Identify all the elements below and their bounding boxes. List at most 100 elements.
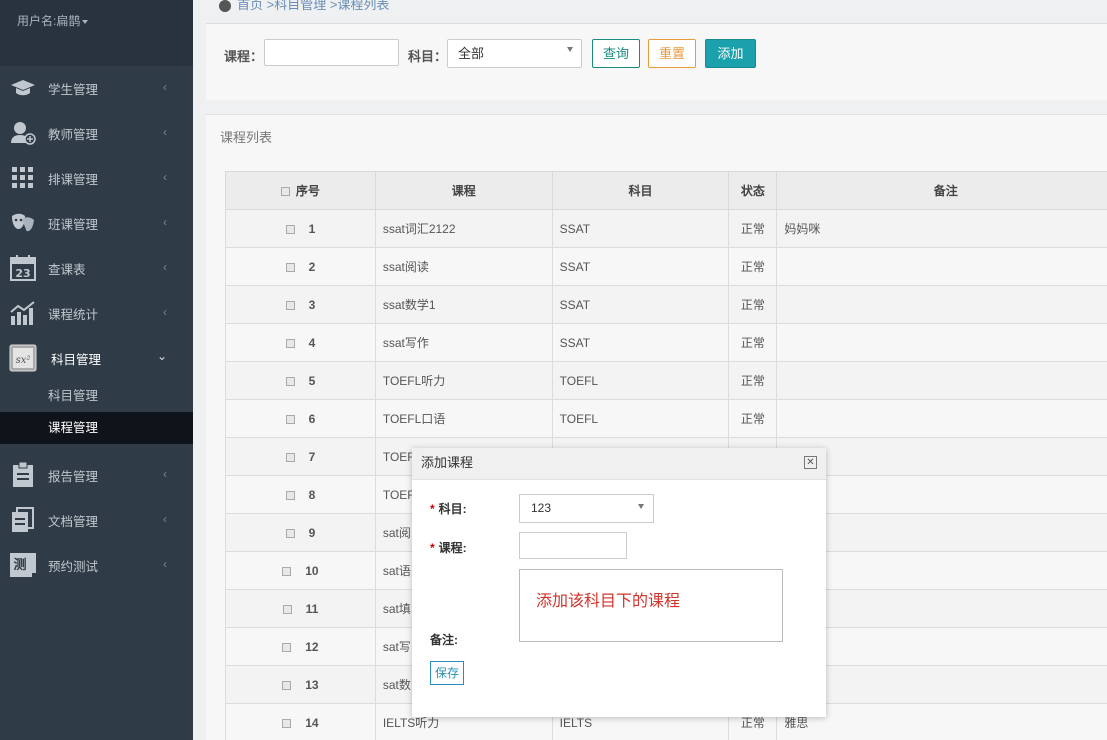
- sidebar-item-documents[interactable]: 文档管理 ‹: [0, 498, 193, 542]
- row-checkbox[interactable]: [282, 604, 292, 614]
- row-note: [776, 437, 1107, 476]
- sidebar-subitem-subject-mgmt[interactable]: 科目管理: [0, 380, 193, 412]
- calendar-icon: 23: [9, 254, 37, 282]
- header-status: 状态: [728, 171, 778, 210]
- sidebar-item-label: 科目管理: [51, 352, 102, 367]
- chevron-left-icon: ‹: [163, 125, 167, 139]
- row-subject: SSAT: [551, 209, 730, 248]
- row-seq: 9: [225, 513, 376, 552]
- row-subject: SSAT: [551, 323, 730, 362]
- sidebar-item-label: 文档管理: [48, 514, 99, 529]
- row-seq: 11: [225, 589, 376, 628]
- row-checkbox[interactable]: [285, 224, 295, 234]
- row-checkbox[interactable]: [285, 300, 295, 310]
- sidebar-item-class-courses[interactable]: 班课管理 ‹: [0, 201, 193, 245]
- save-button[interactable]: 保存: [430, 661, 464, 685]
- sidebar-item-test-booking[interactable]: 测 预约测试 ‹: [0, 543, 193, 587]
- user-menu[interactable]: 用户名:扁鹊: [0, 0, 193, 66]
- row-seq: 1: [225, 209, 376, 248]
- header-subject: 科目: [551, 171, 730, 210]
- sidebar-item-subjects[interactable]: sx² 科目管理 ⌄: [0, 336, 193, 380]
- search-bar: 课程： 科目： 全部 查询 重置 添加: [206, 24, 1107, 100]
- add-button[interactable]: 添加: [705, 39, 756, 68]
- row-course: ssat数学1: [374, 285, 553, 324]
- row-seq: 3: [225, 285, 376, 324]
- close-icon[interactable]: ✕: [804, 456, 817, 469]
- sidebar-item-teachers[interactable]: 教师管理 ‹: [0, 111, 193, 155]
- sidebar-item-label: 学生管理: [48, 82, 99, 97]
- row-note: [776, 247, 1107, 286]
- sidebar-item-students[interactable]: 学生管理 ‹: [0, 66, 193, 110]
- sidebar-item-reports[interactable]: 报告管理 ‹: [0, 453, 193, 497]
- sidebar-item-course-stats[interactable]: 课程统计 ‹: [0, 291, 193, 335]
- row-checkbox[interactable]: [285, 452, 295, 462]
- row-subject: TOEFL: [551, 361, 730, 400]
- table-row[interactable]: 3 ssat数学1 SSAT 正常: [225, 285, 1107, 324]
- breadcrumb-text[interactable]: 首页 >科目管理 >课程列表: [237, 0, 389, 12]
- sidebar-subitem-course-mgmt[interactable]: 课程管理: [0, 412, 193, 444]
- home-icon[interactable]: [219, 0, 231, 12]
- row-checkbox[interactable]: [285, 338, 295, 348]
- row-note: 雅思: [776, 703, 1107, 740]
- row-status: 正常: [728, 285, 778, 324]
- row-note: [776, 551, 1107, 590]
- table-row[interactable]: 5 TOEFL听力 TOEFL 正常: [225, 361, 1107, 400]
- subject-label: 科目：: [408, 49, 448, 64]
- row-checkbox[interactable]: [282, 642, 292, 652]
- row-seq: 7: [225, 437, 376, 476]
- chevron-left-icon: ‹: [163, 305, 167, 319]
- row-course: ssat阅读: [374, 247, 553, 286]
- sidebar-item-label: 教师管理: [48, 127, 99, 142]
- row-seq: 2: [225, 247, 376, 286]
- stats-chart-icon: [9, 299, 37, 327]
- row-seq: 12: [225, 627, 376, 666]
- row-seq: 14: [225, 703, 376, 740]
- user-name: 用户名:扁鹊: [17, 14, 81, 28]
- row-note: [776, 323, 1107, 362]
- note-field-label: 备注:: [430, 633, 458, 647]
- clipboard-icon: [9, 461, 37, 489]
- subject-select[interactable]: 全部: [447, 39, 582, 68]
- dialog-course-input[interactable]: [519, 532, 627, 559]
- query-button[interactable]: 查询: [592, 39, 640, 68]
- row-note: [776, 475, 1107, 514]
- course-search-input[interactable]: [264, 39, 399, 66]
- masks-icon: [9, 209, 37, 237]
- row-checkbox[interactable]: [282, 680, 292, 690]
- dialog-title: 添加课程: [421, 455, 474, 470]
- sidebar-item-label: 报告管理: [48, 469, 99, 484]
- row-checkbox[interactable]: [285, 490, 295, 500]
- row-subject: SSAT: [551, 247, 730, 286]
- sidebar-item-scheduling[interactable]: 排课管理 ‹: [0, 156, 193, 200]
- row-note: [776, 665, 1107, 704]
- chevron-left-icon: ‹: [163, 80, 167, 94]
- dropdown-arrow-icon: [638, 504, 644, 509]
- header-note: 备注: [776, 171, 1107, 210]
- add-course-dialog: 添加课程 ✕ * 科目: 123 * 课程: 备注: 添加该科目下的课程 保存: [412, 448, 826, 717]
- row-checkbox[interactable]: [285, 376, 295, 386]
- dialog-subject-select[interactable]: 123: [519, 494, 654, 523]
- dropdown-arrow-icon: [567, 47, 573, 52]
- row-checkbox[interactable]: [282, 718, 292, 728]
- reset-button[interactable]: 重置: [648, 39, 696, 68]
- table-row[interactable]: 4 ssat写作 SSAT 正常: [225, 323, 1107, 362]
- table-row[interactable]: 6 TOEFL口语 TOEFL 正常: [225, 399, 1107, 438]
- row-subject: SSAT: [551, 285, 730, 324]
- list-title: 课程列表: [220, 130, 273, 145]
- svg-text:测: 测: [13, 557, 26, 573]
- row-checkbox[interactable]: [282, 566, 292, 576]
- row-note: [776, 285, 1107, 324]
- row-checkbox[interactable]: [285, 528, 295, 538]
- sidebar-item-label: 排课管理: [48, 172, 99, 187]
- row-checkbox[interactable]: [285, 414, 295, 424]
- row-checkbox[interactable]: [285, 262, 295, 272]
- sidebar-item-timetable[interactable]: 23 查课表 ‹: [0, 246, 193, 290]
- row-note: [776, 589, 1107, 628]
- select-all-checkbox[interactable]: [280, 187, 290, 197]
- header-seq: 序号: [225, 171, 376, 210]
- table-row[interactable]: 1 ssat词汇2122 SSAT 正常 妈妈咪: [225, 209, 1107, 248]
- chevron-down-icon: ⌄: [156, 349, 167, 363]
- row-seq: 8: [225, 475, 376, 514]
- table-row[interactable]: 2 ssat阅读 SSAT 正常: [225, 247, 1107, 286]
- row-status: 正常: [728, 209, 778, 248]
